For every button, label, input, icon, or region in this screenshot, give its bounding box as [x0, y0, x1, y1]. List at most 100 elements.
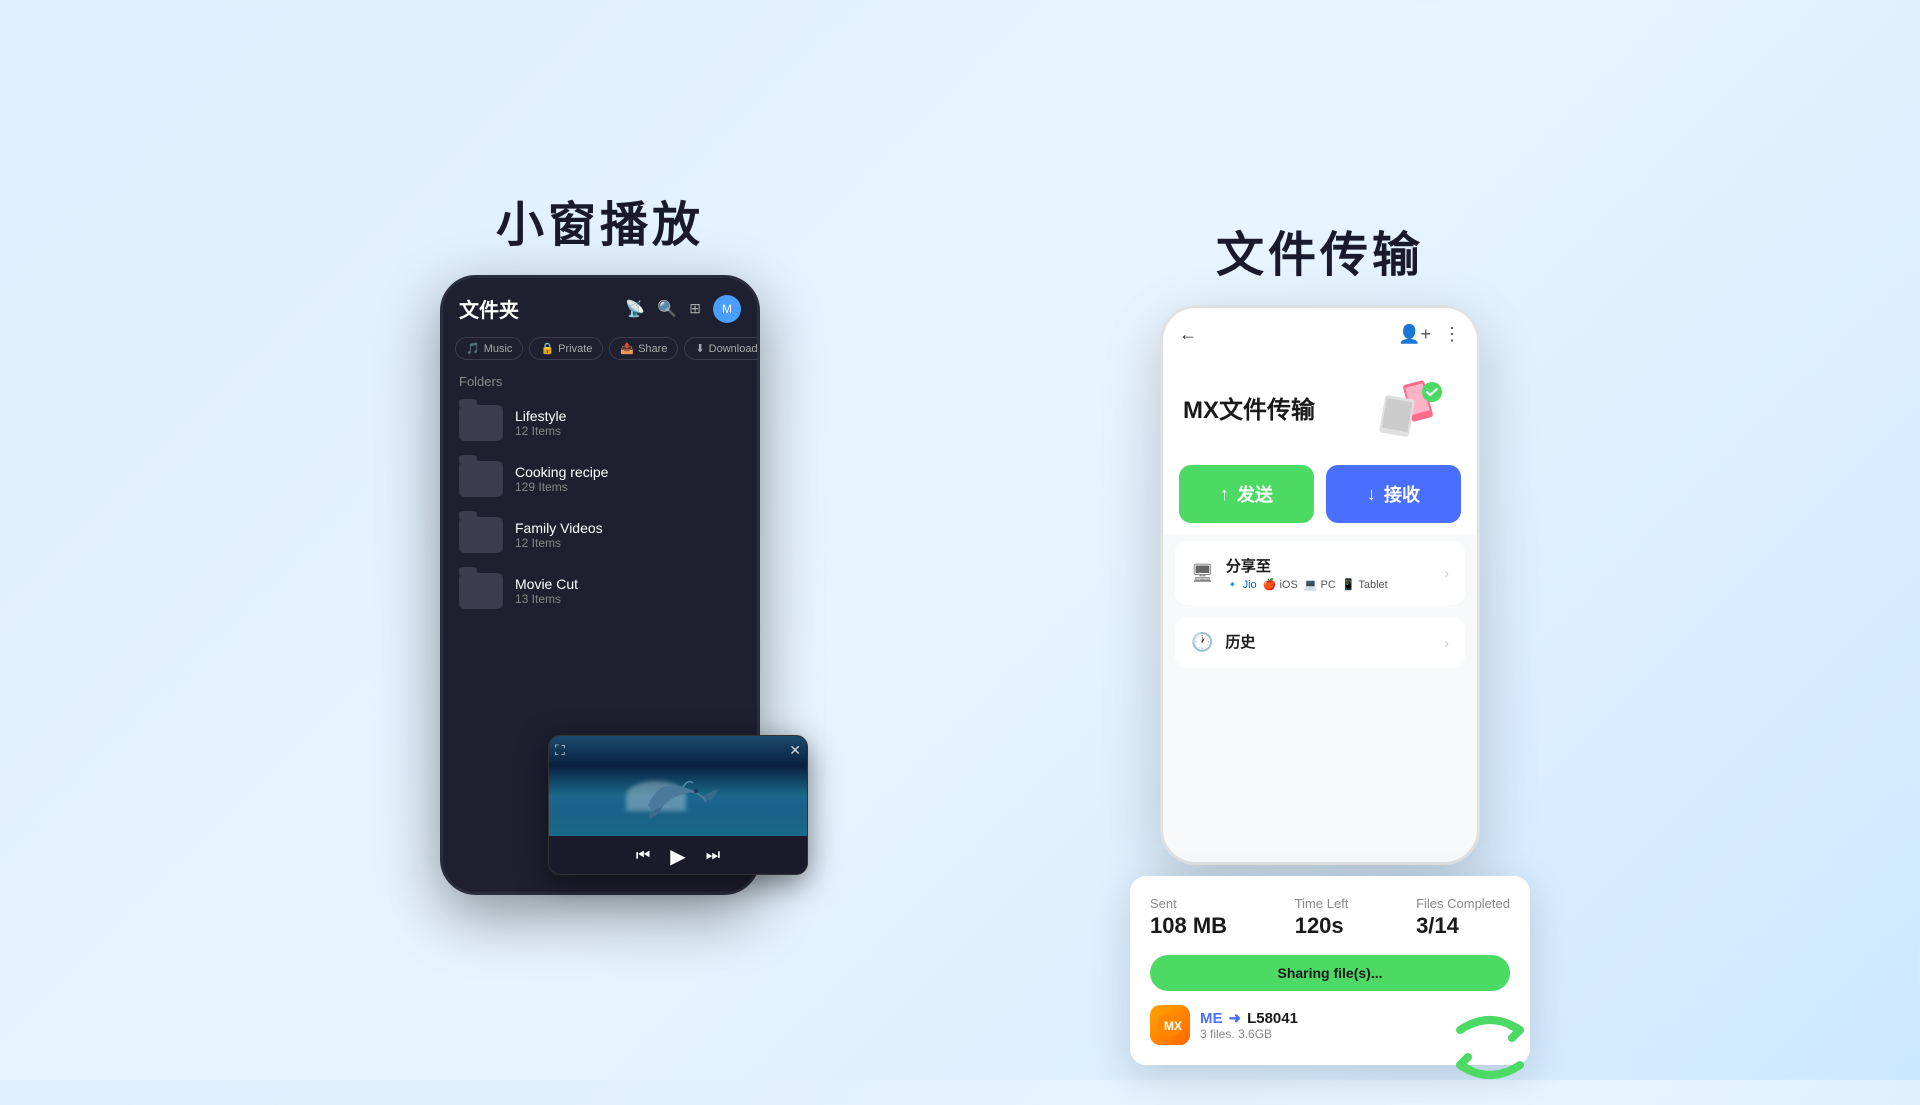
peer-names: ME ➜ L58041 [1200, 1009, 1298, 1027]
avatar-icon[interactable]: M [713, 295, 741, 323]
share-to-left: 🖥 分享至 🔹 Jio 🍎 iOS 💻 PC 📱 Tablet [1191, 555, 1388, 591]
transfer-stats: Sent 108 MB Time Left 120s Files Complet… [1150, 896, 1510, 939]
receive-label: 接收 [1384, 481, 1420, 507]
folder-text-movie: Movie Cut 13 Items [515, 576, 578, 606]
right-phone: ← 👤+ ⋮ MX文件传输 [1160, 305, 1480, 865]
folder-name-lifestyle: Lifestyle [515, 408, 566, 424]
phone-illustration [1377, 377, 1457, 437]
files-label: Files Completed [1416, 896, 1510, 911]
receive-icon: ↓ [1367, 484, 1376, 505]
send-icon: ↑ [1220, 484, 1229, 505]
folder-text-cooking: Cooking recipe 129 Items [515, 464, 608, 494]
history-title: 历史 [1225, 631, 1255, 652]
stat-files: Files Completed 3/14 [1416, 896, 1510, 939]
phone-header-title: 文件夹 [459, 294, 519, 323]
folder-name-cooking: Cooking recipe [515, 464, 608, 480]
phone-header-icons: 📡 🔍 ⊞ M [625, 295, 741, 323]
folder-icon-cooking [459, 461, 503, 497]
history-arrow: › [1444, 635, 1449, 651]
tab-download[interactable]: ⬇ Download [684, 337, 757, 360]
folders-label: Folders [443, 368, 757, 395]
share-to-arrow: › [1444, 565, 1449, 581]
tab-share[interactable]: 📤 Share [609, 337, 678, 360]
share-to-content: 分享至 🔹 Jio 🍎 iOS 💻 PC 📱 Tablet [1226, 555, 1388, 591]
files-value: 3/14 [1416, 913, 1510, 939]
action-buttons: ↑ 发送 ↓ 接收 [1163, 453, 1477, 535]
folder-item-cooking[interactable]: Cooking recipe 129 Items [443, 451, 757, 507]
monitor-icon: 🖥 [1191, 563, 1214, 584]
left-section: 小窗播放 文件夹 📡 🔍 ⊞ M [440, 185, 760, 895]
tabs-row: 🎵 Music 🔒 Private 📤 Share ⬇ [443, 333, 757, 368]
share-to-subtitle: 🔹 Jio 🍎 iOS 💻 PC 📱 Tablet [1226, 578, 1388, 591]
progress-text: Sharing file(s)... [1277, 965, 1382, 981]
progress-bar: Sharing file(s)... [1150, 955, 1510, 991]
add-user-icon[interactable]: 👤+ [1398, 324, 1431, 345]
folder-item-lifestyle[interactable]: Lifestyle 12 Items [443, 395, 757, 451]
refresh-arrows [1440, 1000, 1540, 1105]
folder-icon-movie [459, 573, 503, 609]
search-icon[interactable]: 🔍 [657, 299, 677, 319]
prev-button[interactable]: ⏮ [636, 847, 650, 865]
download-tab-icon: ⬇ [695, 342, 704, 355]
platform-pc: 💻 PC [1304, 578, 1336, 591]
history-content: 历史 [1225, 631, 1255, 654]
music-tab-icon: 🎵 [466, 342, 480, 355]
download-tab-label: Download [709, 343, 757, 355]
mx-avatar-icon: MX [1158, 1013, 1182, 1037]
mini-player-video: ⛶ ✕ [549, 736, 807, 836]
next-button[interactable]: ⏭ [706, 847, 720, 865]
folder-icon-family [459, 517, 503, 553]
stat-sent: Sent 108 MB [1150, 896, 1227, 939]
mini-player-top-icons: ⛶ ✕ [555, 742, 801, 759]
peer-device-label: L58041 [1247, 1010, 1298, 1027]
history-menu-item[interactable]: 🕐 历史 › [1175, 617, 1465, 668]
private-tab-label: Private [558, 343, 592, 355]
peer-avatar: MX [1150, 1005, 1190, 1045]
platform-jio: 🔹 Jio [1226, 578, 1257, 591]
tab-private[interactable]: 🔒 Private [529, 337, 603, 360]
edit-icon[interactable]: ⊞ [689, 300, 701, 317]
time-label: Time Left [1295, 896, 1349, 911]
folder-item-movie[interactable]: Movie Cut 13 Items [443, 563, 757, 619]
expand-icon[interactable]: ⛶ [555, 742, 565, 759]
more-options-icon[interactable]: ⋮ [1443, 324, 1461, 345]
transfer-hero: MX文件传输 [1163, 361, 1477, 453]
mini-player: ⛶ ✕ ⏮ ▶ ⏭ [548, 735, 808, 875]
dolphin-svg [628, 761, 728, 821]
back-button[interactable]: ← [1179, 324, 1197, 345]
folder-name-family: Family Videos [515, 520, 603, 536]
receive-button[interactable]: ↓ 接收 [1326, 465, 1461, 523]
white-phone-header: ← 👤+ ⋮ [1163, 308, 1477, 361]
stat-time: Time Left 120s [1295, 896, 1349, 939]
sent-value: 108 MB [1150, 913, 1227, 939]
svg-text:MX: MX [1164, 1019, 1182, 1033]
platform-tablet: 📱 Tablet [1342, 578, 1388, 591]
history-left: 🕐 历史 [1191, 631, 1255, 654]
tab-music[interactable]: 🎵 Music [455, 337, 523, 360]
page-container: 小窗播放 文件夹 📡 🔍 ⊞ M [240, 0, 1680, 1080]
folder-count-cooking: 129 Items [515, 480, 608, 494]
mx-logo: MX文件传输 [1183, 390, 1315, 425]
mini-close-icon[interactable]: ✕ [789, 742, 801, 759]
share-tab-icon: 📤 [620, 342, 634, 355]
cast-icon[interactable]: 📡 [625, 299, 645, 319]
private-tab-icon: 🔒 [540, 342, 554, 355]
music-tab-label: Music [484, 343, 513, 355]
peer-info: ME ➜ L58041 3 files. 3.6GB [1200, 1009, 1298, 1041]
share-to-menu-item[interactable]: 🖥 分享至 🔹 Jio 🍎 iOS 💻 PC 📱 Tablet [1175, 541, 1465, 605]
left-title: 小窗播放 [496, 185, 704, 255]
time-value: 120s [1295, 913, 1349, 939]
folder-text-family: Family Videos 12 Items [515, 520, 603, 550]
folder-count-lifestyle: 12 Items [515, 424, 566, 438]
peer-me-label: ME [1200, 1010, 1223, 1027]
send-label: 发送 [1237, 481, 1273, 507]
sent-label: Sent [1150, 896, 1227, 911]
peer-files-info: 3 files. 3.6GB [1200, 1027, 1298, 1041]
play-button[interactable]: ▶ [670, 844, 685, 869]
folder-item-family[interactable]: Family Videos 12 Items [443, 507, 757, 563]
peer-arrow-icon: ➜ [1229, 1009, 1242, 1027]
folder-count-movie: 13 Items [515, 592, 578, 606]
send-button[interactable]: ↑ 发送 [1179, 465, 1314, 523]
right-phone-screen: ← 👤+ ⋮ MX文件传输 [1163, 308, 1477, 862]
platform-ios: 🍎 iOS [1263, 578, 1298, 591]
